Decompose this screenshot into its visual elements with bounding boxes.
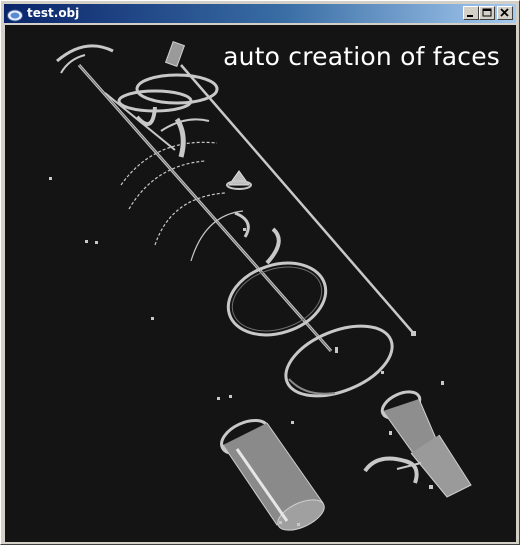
bolt-part (49, 177, 52, 180)
bolt-part (151, 317, 154, 320)
bolt-part (85, 240, 88, 243)
close-icon (500, 8, 509, 17)
bolt-part (381, 371, 384, 374)
tube-ring (190, 210, 244, 262)
maximize-icon (482, 8, 492, 17)
bolt-part (243, 228, 246, 231)
eyepiece-ring (363, 456, 419, 484)
title-bar[interactable]: test.obj (4, 4, 516, 23)
mirror-cell (284, 324, 394, 398)
truss-rod (180, 64, 416, 336)
spider-arm (56, 44, 114, 63)
tube-ring (226, 261, 328, 337)
bolt-part (95, 241, 98, 244)
app-window: test.obj auto creation of faces (0, 0, 520, 545)
bolt-part (217, 397, 220, 400)
close-button[interactable] (497, 6, 513, 20)
window-title: test.obj (27, 6, 80, 20)
truss-rod-shade (78, 64, 332, 352)
bolt-part (441, 381, 444, 385)
bolt-part (389, 431, 392, 435)
focuser (164, 40, 186, 68)
top-ring (135, 73, 219, 105)
bolt-part (229, 395, 232, 398)
bolt-part (279, 521, 282, 524)
telescope-model (49, 40, 472, 531)
bolt-part (411, 331, 416, 336)
bolt-part (335, 347, 338, 353)
bolt-part (291, 421, 294, 424)
overlay-caption: auto creation of faces (223, 42, 500, 71)
minimize-icon (467, 15, 473, 17)
tube-ring (174, 117, 186, 158)
spider-arm (60, 54, 86, 74)
bolt-part (297, 523, 300, 526)
tube-ring (234, 211, 250, 238)
app-icon (7, 7, 23, 22)
tube-ring (160, 118, 210, 132)
minimize-button[interactable] (463, 6, 479, 20)
3d-viewport[interactable]: auto creation of faces (5, 25, 516, 542)
secondary-mirror (228, 170, 250, 186)
tube-ring (265, 227, 281, 265)
maximize-button[interactable] (479, 6, 495, 20)
tube-ring (120, 141, 218, 186)
tube-ring (128, 160, 206, 210)
bolt-part (429, 485, 433, 489)
